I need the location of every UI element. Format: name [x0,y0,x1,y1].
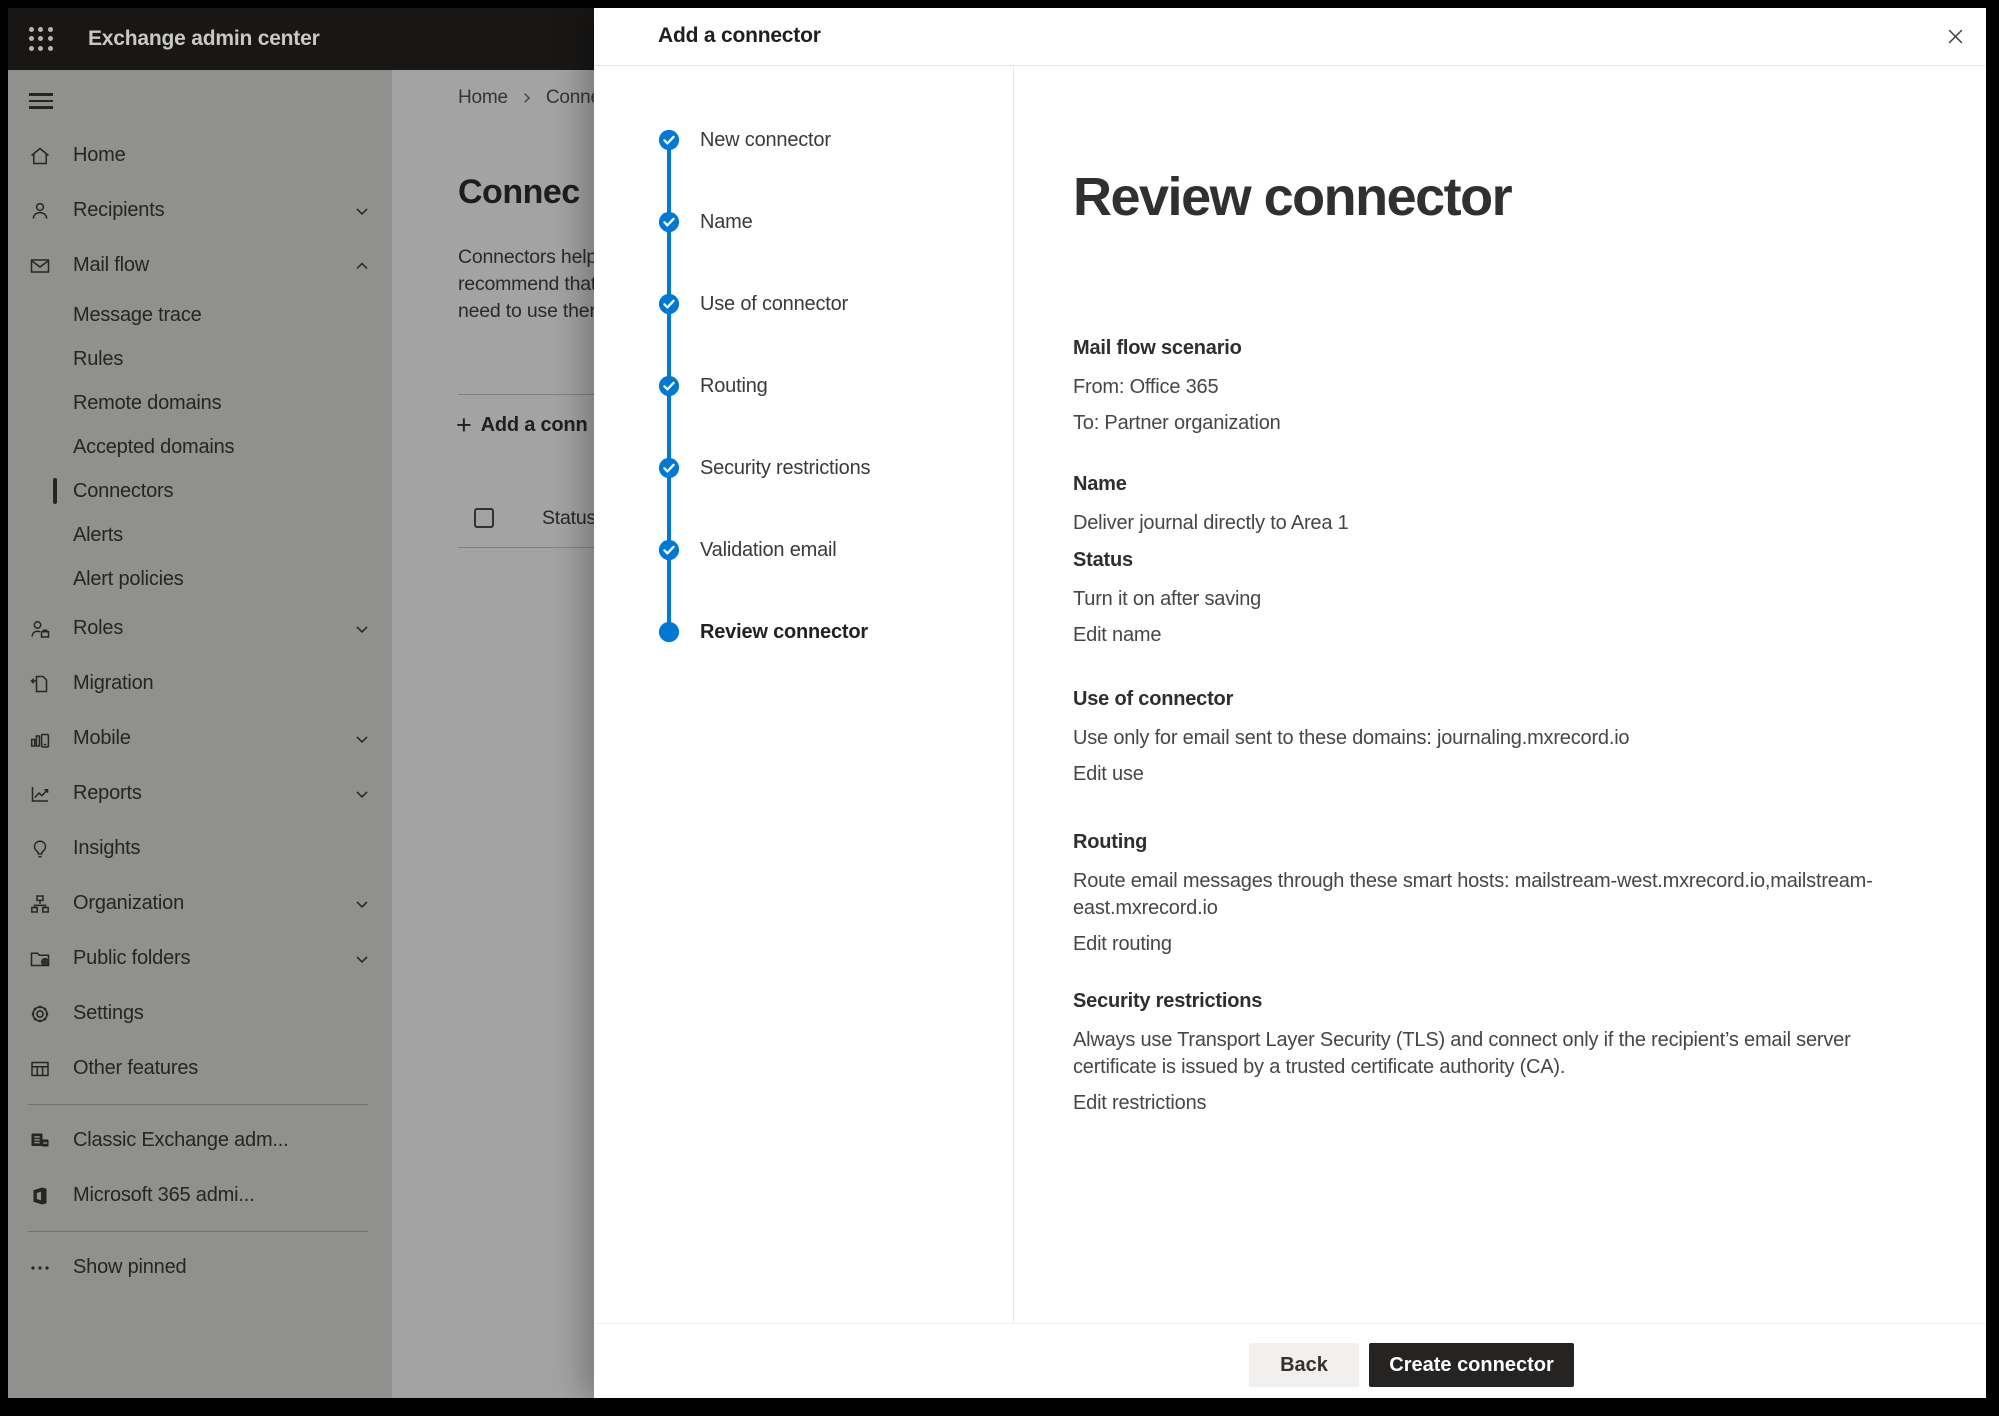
edit-use-link[interactable]: Edit use [1073,761,1918,788]
step-label: Security restrictions [700,457,870,480]
edit-name-link[interactable]: Edit name [1073,622,1918,649]
wizard-step-validation-email[interactable]: Validation email [658,537,837,563]
app-window: Exchange admin center HomeRecipientsMail… [8,8,1986,1398]
close-icon[interactable] [1940,21,1970,51]
step-completed-icon [658,129,680,151]
review-title: Review connector [1073,168,1511,226]
wizard-step-name[interactable]: Name [658,209,753,235]
app-title: Exchange admin center [88,27,320,51]
section-text: Use only for email sent to these domains… [1073,725,1918,752]
step-label: Validation email [700,539,837,562]
step-label: Name [700,211,753,234]
review-section-security-restrictions: Security restrictions Always use Transpor… [1073,988,1918,1117]
section-heading: Mail flow scenario [1073,335,1918,361]
step-completed-icon [658,293,680,315]
review-section-mail-flow-scenario: Mail flow scenario From: Office 365 To: Pa… [1073,335,1918,437]
section-text: Always use Transport Layer Security (TLS… [1073,1027,1918,1081]
wizard-step-security-restrictions[interactable]: Security restrictions [658,455,870,481]
section-heading: Status [1073,547,1918,573]
divider [1013,66,1014,1323]
add-connector-panel: Add a connector New connector Name Use of … [594,8,1986,1398]
review-section-status: Status Turn it on after saving Edit name [1073,547,1918,649]
step-label: Review connector [700,621,868,644]
step-completed-icon [658,211,680,233]
step-completed-icon [658,539,680,561]
section-text: Deliver journal directly to Area 1 [1073,510,1918,537]
section-heading: Name [1073,471,1918,497]
section-heading: Routing [1073,829,1918,855]
review-sections: Mail flow scenario From: Office 365 To: Pa… [1073,335,1918,1117]
section-text: To: Partner organization [1073,410,1918,437]
create-connector-button[interactable]: Create connector [1369,1343,1574,1387]
step-completed-icon [658,457,680,479]
wizard-step-use-of-connector[interactable]: Use of connector [658,291,848,317]
step-label: Routing [700,375,768,398]
section-heading: Security restrictions [1073,988,1918,1014]
section-heading: Use of connector [1073,686,1918,712]
section-text: Turn it on after saving [1073,586,1918,613]
section-text: From: Office 365 [1073,374,1918,401]
wizard-step-new-connector[interactable]: New connector [658,127,831,153]
apps-grid-icon[interactable] [27,25,55,53]
edit-routing-link[interactable]: Edit routing [1073,931,1918,958]
step-label: Use of connector [700,293,848,316]
section-text: Route email messages through these smart… [1073,868,1918,922]
divider [594,1323,1986,1324]
edit-restrictions-link[interactable]: Edit restrictions [1073,1090,1918,1117]
step-label: New connector [700,129,831,152]
panel-title: Add a connector [658,24,821,48]
wizard-step-review-connector[interactable]: Review connector [658,619,868,645]
review-section-routing: Routing Route email messages through thes… [1073,829,1918,958]
step-completed-icon [658,375,680,397]
back-button[interactable]: Back [1249,1343,1359,1387]
step-current-icon [658,621,680,643]
review-section-name: Name Deliver journal directly to Area 1 [1073,471,1918,537]
divider [594,65,1986,66]
review-section-use-of-connector: Use of connector Use only for email sent … [1073,686,1918,788]
wizard-step-routing[interactable]: Routing [658,373,768,399]
